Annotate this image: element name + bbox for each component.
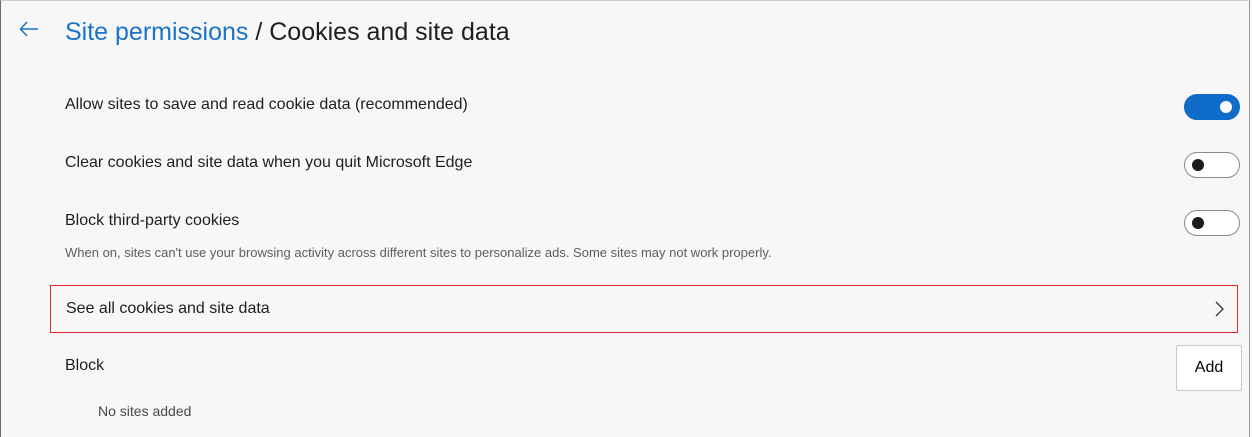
block-section: Block	[65, 356, 1240, 382]
clear-on-exit-toggle[interactable]	[1184, 152, 1240, 178]
back-arrow-icon	[18, 18, 40, 45]
setting-clear-on-exit: Clear cookies and site data when you qui…	[65, 151, 1240, 181]
see-all-cookies-label: See all cookies and site data	[66, 300, 270, 317]
add-block-site-button[interactable]: Add	[1176, 345, 1242, 391]
setting-label: Allow sites to save and read cookie data…	[65, 96, 468, 113]
settings-panel: Site permissions / Cookies and site data…	[0, 0, 1250, 437]
no-sites-text: No sites added	[98, 403, 192, 419]
chevron-right-icon	[1213, 300, 1225, 323]
breadcrumb-site-permissions[interactable]: Site permissions	[65, 18, 248, 46]
setting-allow-cookies: Allow sites to save and read cookie data…	[65, 93, 1240, 123]
setting-label: Block third-party cookies	[65, 212, 240, 229]
setting-block-third-party: Block third-party cookies When on, sites…	[65, 209, 1240, 265]
block-heading: Block	[65, 357, 105, 374]
see-all-cookies-link[interactable]: See all cookies and site data	[50, 285, 1238, 333]
page-header: Site permissions / Cookies and site data	[1, 1, 1249, 63]
setting-label: Clear cookies and site data when you qui…	[65, 154, 473, 171]
breadcrumb-separator: /	[248, 18, 270, 46]
page-title: Site permissions / Cookies and site data	[65, 15, 510, 49]
toggle-knob	[1192, 217, 1204, 229]
back-button[interactable]	[15, 17, 43, 45]
setting-description: When on, sites can't use your browsing a…	[65, 245, 772, 260]
toggle-knob	[1220, 101, 1232, 113]
toggle-knob	[1192, 159, 1204, 171]
breadcrumb-current: Cookies and site data	[269, 18, 510, 46]
allow-cookies-toggle[interactable]	[1184, 94, 1240, 120]
block-third-party-toggle[interactable]	[1184, 210, 1240, 236]
